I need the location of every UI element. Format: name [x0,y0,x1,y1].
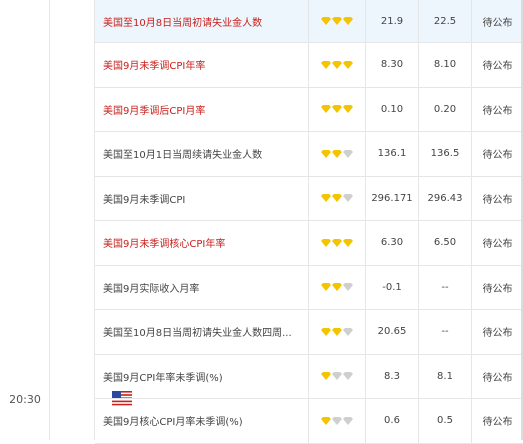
gold-diamond-icon [332,194,342,203]
previous-value: 296.171 [366,176,419,220]
gold-diamond-icon [343,105,353,114]
forecast-value: 22.5 [419,0,472,42]
event-name[interactable]: 美国9月CPI年率未季调(%) [95,354,309,398]
gold-diamond-icon [321,238,331,247]
silver-diamond-icon [332,372,342,381]
table-row[interactable]: 美国9月季调后CPI月率 0.10 0.20 待公布 [95,87,523,132]
gold-diamond-icon [321,283,331,292]
silver-diamond-icon [332,416,342,425]
gold-diamond-icon [332,283,342,292]
actual-value: 待公布 [482,372,513,384]
gold-diamond-icon [321,416,331,425]
forecast-value: 296.43 [419,176,472,220]
importance-rating [309,399,366,443]
silver-diamond-icon [343,149,353,158]
gold-diamond-icon [332,327,342,336]
importance-rating [309,0,366,42]
event-name[interactable]: 美国9月实际收入月率 [95,265,309,309]
table-row[interactable]: 美国9月未季调CPI 296.171 296.43 待公布 [95,176,523,221]
importance-rating [309,265,366,309]
silver-diamond-icon [343,327,353,336]
actual-value: 待公布 [482,150,513,162]
forecast-value: 0.5 [419,399,472,443]
gold-diamond-icon [332,17,342,25]
importance-rating [309,310,366,354]
event-name[interactable]: 美国9月未季调CPI年率 [95,43,309,87]
table-row[interactable]: 美国9月实际收入月率 -0.1 -- 待公布 [95,265,523,310]
forecast-value: -- [419,310,472,354]
gold-diamond-icon [343,238,353,247]
gold-diamond-icon [321,372,331,381]
event-time: 20:30 [9,393,41,406]
event-name[interactable]: 美国9月核心CPI月率未季调(%) [95,399,309,443]
previous-value: 8.30 [366,43,419,87]
importance-rating [309,43,366,87]
table-row[interactable]: 美国至10月8日当周初请失业金人数四周... 20.65 -- 待公布 [95,310,523,355]
gold-diamond-icon [343,17,353,25]
forecast-value: 8.1 [419,354,472,398]
actual-value: 待公布 [482,194,513,206]
event-name[interactable]: 美国9月未季调核心CPI年率 [95,221,309,265]
forecast-value: 0.20 [419,87,472,131]
silver-diamond-icon [343,194,353,203]
previous-value: 8.3 [366,354,419,398]
importance-rating [309,354,366,398]
importance-rating [309,221,366,265]
previous-value: 21.9 [366,0,419,42]
gold-diamond-icon [343,60,353,69]
event-rows: 美国至10月8日当周初请失业金人数 21.9 22.5 待公布 美国9月未季调CPI年率… [95,0,523,444]
actual-value: 待公布 [482,328,513,340]
previous-value: 6.30 [366,221,419,265]
importance-rating [309,132,366,176]
event-name[interactable]: 美国9月未季调CPI [95,176,309,220]
country-column [50,0,132,440]
importance-rating [309,87,366,131]
actual-value: 待公布 [482,17,513,29]
event-name[interactable]: 美国至10月1日当周续请失业金人数 [95,132,309,176]
gold-diamond-icon [321,17,331,25]
gold-diamond-icon [321,60,331,69]
importance-rating [309,176,366,220]
gold-diamond-icon [332,149,342,158]
gold-diamond-icon [332,105,342,114]
table-row[interactable]: 美国至10月1日当周续请失业金人数 136.1 136.5 待公布 [95,132,523,177]
silver-diamond-icon [343,372,353,381]
previous-value: 0.10 [366,87,419,131]
silver-diamond-icon [343,283,353,292]
actual-value: 待公布 [482,105,513,117]
previous-value: 136.1 [366,132,419,176]
event-name[interactable]: 美国至10月8日当周初请失业金人数 [95,0,309,42]
economic-calendar-table: 20:30 美国至10月8日当周初请失业金人数 21.9 22.5 待公布 美国9月未季… [0,0,523,444]
previous-value: -0.1 [366,265,419,309]
forecast-value: 136.5 [419,132,472,176]
forecast-value: 6.50 [419,221,472,265]
forecast-value: -- [419,265,472,309]
actual-value: 待公布 [482,239,513,251]
event-name[interactable]: 美国9月季调后CPI月率 [95,87,309,131]
previous-value: 0.6 [366,399,419,443]
gold-diamond-icon [332,60,342,69]
event-name[interactable]: 美国至10月8日当周初请失业金人数四周... [95,310,309,354]
gold-diamond-icon [321,105,331,114]
time-column: 20:30 [0,0,50,440]
table-row[interactable]: 美国9月未季调CPI年率 8.30 8.10 待公布 [95,43,523,88]
gold-diamond-icon [332,238,342,247]
gold-diamond-icon [321,327,331,336]
actual-value: 待公布 [482,283,513,295]
table-row[interactable]: 美国9月核心CPI月率未季调(%) 0.6 0.5 待公布 [95,399,523,444]
table-row[interactable]: 美国9月CPI年率未季调(%) 8.3 8.1 待公布 [95,354,523,399]
forecast-value: 8.10 [419,43,472,87]
previous-value: 20.65 [366,310,419,354]
table-row[interactable]: 美国9月未季调核心CPI年率 6.30 6.50 待公布 [95,221,523,266]
table-row[interactable]: 美国至10月8日当周初请失业金人数 21.9 22.5 待公布 [95,0,523,43]
actual-value: 待公布 [482,61,513,73]
actual-value: 待公布 [482,417,513,429]
silver-diamond-icon [343,416,353,425]
gold-diamond-icon [321,149,331,158]
gold-diamond-icon [321,194,331,203]
